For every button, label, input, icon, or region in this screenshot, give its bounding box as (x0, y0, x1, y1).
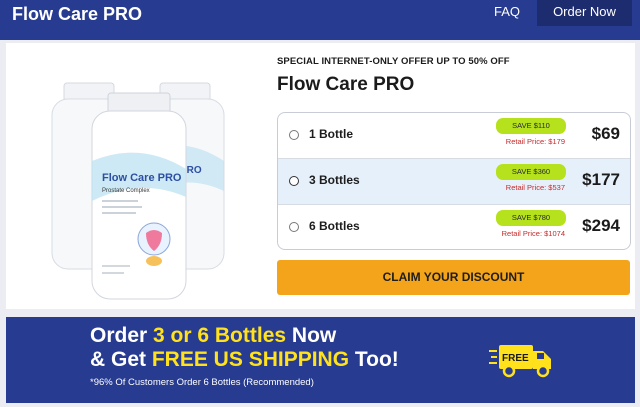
product-bottles-image: PRO Flow Care PRO Prostate Complex (51, 82, 225, 300)
banner-text: Too! (349, 348, 399, 371)
free-shipping-truck-icon: FREE (489, 345, 551, 378)
truck-free-text: FREE (502, 353, 529, 364)
bundle-option-3-bottles[interactable]: 3 Bottles SAVE $360 Retail Price: $537 $… (278, 159, 630, 205)
product-title: Flow Care PRO (277, 74, 415, 95)
option-price: $69 (591, 124, 620, 143)
bundle-option-1-bottle[interactable]: 1 Bottle SAVE $110 Retail Price: $179 $6… (278, 113, 630, 159)
retail-price: Retail Price: $537 (505, 183, 565, 192)
radio-button[interactable] (289, 222, 299, 232)
radio-button[interactable] (289, 176, 299, 186)
bottle-label-brand: Flow Care PRO (102, 172, 182, 184)
option-label: 6 Bottles (309, 219, 360, 233)
retail-price: Retail Price: $179 (505, 137, 565, 146)
banner-footnote: *96% Of Customers Order 6 Bottles (Recom… (90, 377, 314, 388)
option-label: 1 Bottle (309, 127, 354, 141)
retail-price: Retail Price: $1074 (501, 229, 565, 238)
banner-line-2: & Get FREE US SHIPPING Too! (90, 348, 399, 372)
banner-line-1: Order 3 or 6 Bottles Now (90, 324, 336, 348)
banner-text: & Get (90, 348, 152, 371)
option-price: $294 (582, 216, 620, 235)
offer-headline: SPECIAL INTERNET-ONLY OFFER UP TO 50% OF… (277, 56, 510, 67)
banner-text: Now (286, 324, 337, 347)
radio-button[interactable] (289, 130, 299, 140)
banner-text: Order (90, 324, 154, 347)
top-header: Flow Care PRO FAQ Order Now (0, 0, 640, 40)
bundle-option-6-bottles[interactable]: 6 Bottles SAVE $780 Retail Price: $1074 … (278, 205, 630, 249)
banner-highlight: FREE US SHIPPING (151, 348, 350, 371)
nav-faq-link[interactable]: FAQ (494, 4, 520, 20)
banner-highlight: 3 or 6 Bottles (153, 324, 287, 347)
claim-discount-button[interactable]: CLAIM YOUR DISCOUNT (277, 260, 630, 295)
nav-order-now-button[interactable]: Order Now (537, 0, 632, 26)
bottle-label-sub: Prostate Complex (102, 188, 150, 194)
offer-card: PRO Flow Care PRO Prostate Complex SPECI… (6, 43, 635, 309)
option-label: 3 Bottles (309, 173, 360, 187)
brand-logo[interactable]: Flow Care PRO (12, 3, 142, 25)
save-badge: SAVE $110 (496, 118, 566, 134)
save-badge: SAVE $780 (496, 210, 566, 226)
shipping-banner: Order 3 or 6 Bottles Now & Get FREE US S… (6, 317, 635, 403)
option-price: $177 (582, 170, 620, 189)
save-badge: SAVE $360 (496, 164, 566, 180)
bundle-options: 1 Bottle SAVE $110 Retail Price: $179 $6… (277, 112, 631, 250)
